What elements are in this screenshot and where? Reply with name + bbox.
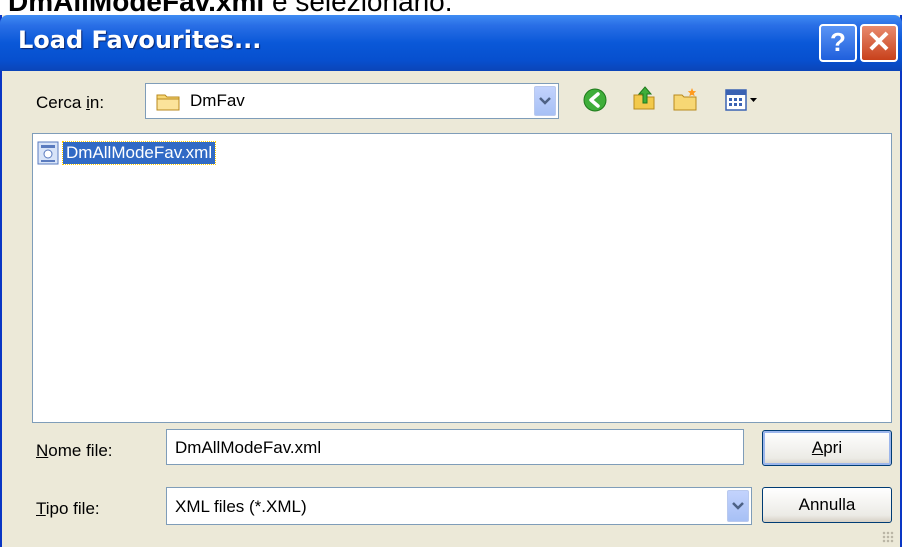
filename-label: Nome file: xyxy=(36,441,113,460)
new-folder-icon[interactable] xyxy=(672,87,698,113)
cancel-button[interactable]: Annulla xyxy=(762,487,892,523)
view-menu-button[interactable] xyxy=(724,87,760,113)
help-button[interactable]: ? xyxy=(819,24,857,62)
file-list-item[interactable]: DmAllModeFav.xml xyxy=(37,140,217,166)
load-favourites-dialog: Load Favourites... ? ✕ Cerca in: DmFav D… xyxy=(0,15,902,547)
filetype-label: Tipo file: xyxy=(36,499,100,518)
look-in-dropdown-arrow[interactable] xyxy=(534,86,556,116)
file-list[interactable]: DmAllModeFav.xml xyxy=(32,133,892,423)
filename-value: DmAllModeFav.xml xyxy=(175,438,322,457)
back-icon[interactable] xyxy=(582,87,608,113)
close-button[interactable]: ✕ xyxy=(860,24,898,62)
dialog-title: Load Favourites... xyxy=(18,26,262,54)
filename-input[interactable]: DmAllModeFav.xml xyxy=(166,429,744,465)
title-bar[interactable]: Load Favourites... ? ✕ xyxy=(0,15,902,71)
chevron-down-icon xyxy=(539,97,551,105)
view-menu-icon xyxy=(725,89,757,111)
filetype-value: XML files (*.XML) xyxy=(175,497,307,516)
open-button[interactable]: Apri xyxy=(762,430,892,466)
folder-icon xyxy=(156,94,180,111)
look-in-label: Cerca in: xyxy=(36,93,105,112)
xml-file-icon xyxy=(37,141,59,165)
file-name: DmAllModeFav.xml xyxy=(61,141,217,165)
look-in-dropdown[interactable]: DmFav xyxy=(145,83,559,119)
filetype-dropdown-arrow[interactable] xyxy=(727,490,749,522)
up-folder-icon[interactable] xyxy=(631,85,657,111)
chevron-down-icon xyxy=(732,502,744,510)
filetype-dropdown[interactable]: XML files (*.XML) xyxy=(166,487,752,525)
look-in-value: DmFav xyxy=(190,91,245,110)
resize-grip[interactable] xyxy=(882,531,894,543)
